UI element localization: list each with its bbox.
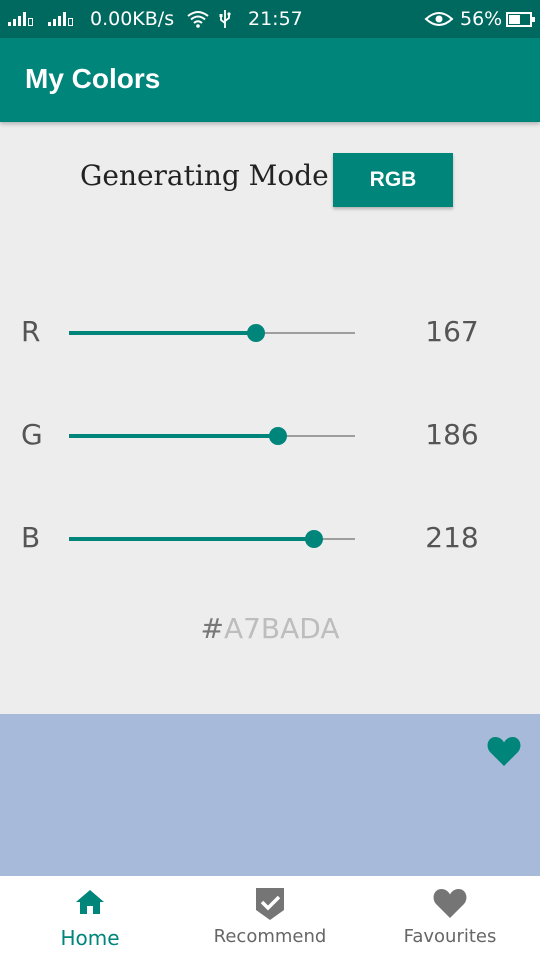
hex-hash: # [200, 612, 224, 645]
home-icon [76, 890, 104, 914]
shield-check-icon [256, 888, 284, 920]
red-slider-thumb[interactable] [247, 324, 265, 342]
green-channel-value: 186 [425, 418, 479, 451]
blue-slider-fill [69, 537, 314, 541]
nav-favourites[interactable]: Favourites [360, 876, 540, 960]
heart-icon [433, 889, 467, 918]
green-channel-label: G [21, 418, 43, 451]
app-title: My Colors [25, 63, 161, 94]
signal-icon [8, 0, 33, 38]
red-channel-row: R 167 [0, 313, 540, 353]
usb-icon [218, 0, 232, 38]
red-slider[interactable] [69, 324, 355, 342]
wifi-icon [186, 0, 210, 38]
green-slider[interactable] [69, 427, 355, 445]
green-slider-fill [69, 434, 278, 438]
color-preview [0, 714, 540, 876]
green-slider-thumb[interactable] [269, 427, 287, 445]
blue-channel-label: B [21, 521, 41, 554]
network-speed: 0.00KB/s [90, 8, 175, 30]
heart-icon [487, 737, 521, 766]
signal-icon [48, 0, 73, 38]
nav-recommend-label: Recommend [213, 926, 327, 947]
favorite-button[interactable] [486, 734, 522, 768]
nav-recommend[interactable]: Recommend [180, 876, 360, 960]
blue-channel-row: B 218 [0, 519, 540, 559]
blue-channel-value: 218 [425, 521, 479, 554]
generating-mode-label: Generating Mode [80, 159, 329, 192]
battery-icon [506, 0, 535, 38]
nav-favourites-label: Favourites [403, 926, 497, 947]
red-slider-fill [69, 331, 256, 335]
green-channel-row: G 186 [0, 416, 540, 456]
clock: 21:57 [248, 8, 303, 30]
hex-value: A7BADA [223, 612, 340, 645]
bottom-navigation: Home Recommend Favourites [0, 876, 540, 960]
nav-home-label: Home [60, 926, 120, 950]
eye-icon [424, 0, 454, 38]
nav-home[interactable]: Home [0, 876, 180, 960]
app-bar: My Colors [0, 38, 540, 122]
battery-percent: 56% [460, 8, 503, 30]
mode-toggle-button[interactable]: RGB [333, 153, 453, 207]
red-channel-label: R [21, 315, 41, 348]
status-bar: 0.00KB/s 21:57 56% [0, 0, 540, 38]
red-channel-value: 167 [425, 315, 479, 348]
blue-slider-thumb[interactable] [305, 530, 323, 548]
hex-code: #A7BADA [0, 612, 540, 645]
blue-slider[interactable] [69, 530, 355, 548]
